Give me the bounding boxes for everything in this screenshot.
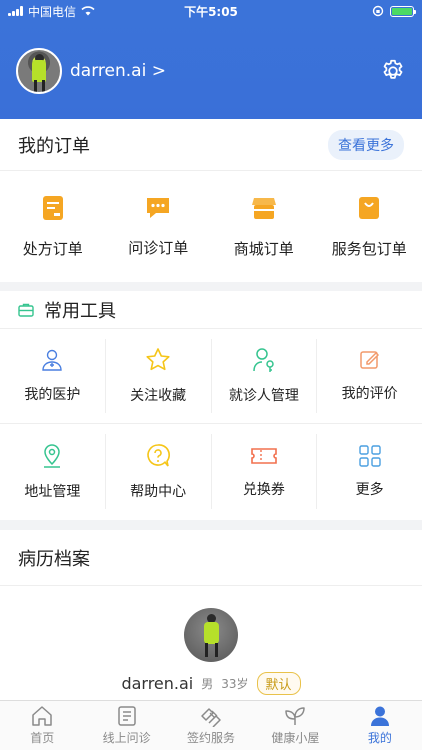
- tool-label: 就诊人管理: [228, 388, 299, 404]
- tab-label: 我的: [367, 731, 392, 745]
- tool-help[interactable]: 帮助中心: [106, 434, 212, 509]
- record-name: darren.ai: [121, 674, 194, 693]
- default-badge: 默认: [256, 672, 301, 695]
- signal-icon: [8, 6, 23, 16]
- order-label: 处方订单: [22, 239, 83, 258]
- toolbox-icon: [18, 303, 34, 317]
- tab-label: 健康小屋: [271, 731, 320, 745]
- tab-bar: 首页 线上问诊 签约服务 健康小屋 我的: [0, 700, 422, 750]
- tool-label: 地址管理: [24, 483, 81, 500]
- order-label: 商城订单: [233, 239, 294, 258]
- orders-card: 我的订单 查看更多 处方订单 问诊订单 商城订单 服务包订单: [0, 119, 422, 282]
- order-label: 问诊订单: [128, 238, 189, 257]
- wifi-icon: [81, 6, 95, 16]
- tools-title: 常用工具: [44, 300, 116, 322]
- status-time: 下午5:05: [184, 4, 238, 19]
- tool-more[interactable]: 更多: [317, 434, 422, 509]
- doctor-icon: [42, 349, 63, 371]
- profile-header[interactable]: darren.ai >: [0, 22, 422, 119]
- avatar[interactable]: [16, 47, 62, 94]
- order-prescription[interactable]: 处方订单: [0, 194, 106, 259]
- profile-name[interactable]: darren.ai >: [70, 61, 166, 81]
- consult-icon: [117, 706, 136, 726]
- rotation-lock-icon: [372, 5, 384, 17]
- shop-icon: [251, 197, 276, 219]
- tool-coupon[interactable]: 兑换券: [212, 434, 318, 509]
- prescription-icon: [42, 195, 63, 220]
- grid-icon: [358, 444, 381, 467]
- tab-contract[interactable]: 签约服务: [169, 701, 253, 750]
- patient-icon: [253, 348, 274, 372]
- gear-icon[interactable]: [380, 58, 406, 84]
- contract-icon: [201, 708, 221, 727]
- tool-label: 更多: [355, 481, 384, 498]
- coupon-icon: [251, 447, 277, 464]
- order-consult[interactable]: 问诊订单: [106, 195, 212, 258]
- tool-my-doctor[interactable]: 我的医护: [0, 339, 106, 413]
- status-bar: 中国电信 下午5:05: [0, 0, 422, 22]
- help-icon: [147, 443, 171, 466]
- medical-records-card: 病历档案 darren.ai 男 33岁 默认: [0, 530, 422, 700]
- home-icon: [32, 706, 52, 726]
- tools-card: 常用工具 我的医护 关注收藏 就诊人管理 我的评价 地址管理 帮助中心 兑换券 …: [0, 291, 422, 520]
- tab-home[interactable]: 首页: [0, 701, 84, 750]
- tool-patient-manage[interactable]: 就诊人管理: [212, 339, 318, 413]
- tab-label: 首页: [30, 731, 55, 745]
- tab-label: 签约服务: [187, 731, 236, 745]
- record-entry[interactable]: darren.ai 男 33岁 默认: [0, 586, 422, 695]
- tool-my-reviews[interactable]: 我的评价: [317, 339, 422, 413]
- star-icon: [146, 348, 170, 371]
- carrier-label: 中国电信: [28, 4, 77, 19]
- order-shop[interactable]: 商城订单: [211, 194, 317, 259]
- edit-icon: [359, 351, 379, 369]
- record-avatar: [184, 608, 238, 662]
- tool-label: 我的评价: [341, 386, 398, 402]
- orders-title: 我的订单: [18, 135, 90, 157]
- view-more-button[interactable]: 查看更多: [328, 129, 404, 160]
- records-title: 病历档案: [18, 548, 90, 570]
- chat-icon: [147, 197, 170, 218]
- record-age: 33岁: [221, 677, 249, 691]
- tool-favorites[interactable]: 关注收藏: [106, 339, 212, 413]
- tab-mine[interactable]: 我的: [338, 701, 422, 750]
- tab-label: 线上问诊: [102, 731, 151, 745]
- tab-consult[interactable]: 线上问诊: [84, 701, 168, 750]
- tool-label: 关注收藏: [130, 388, 187, 404]
- user-icon: [370, 706, 389, 726]
- tool-address[interactable]: 地址管理: [0, 434, 106, 509]
- battery-icon: [390, 5, 416, 17]
- tool-label: 我的医护: [24, 387, 81, 403]
- order-package[interactable]: 服务包订单: [317, 194, 422, 259]
- tool-label: 兑换券: [242, 481, 285, 498]
- tool-label: 帮助中心: [130, 483, 187, 500]
- tab-health[interactable]: 健康小屋: [253, 701, 337, 750]
- record-gender: 男: [201, 677, 214, 691]
- leaf-icon: [285, 707, 306, 725]
- bag-icon: [359, 196, 380, 219]
- order-label: 服务包订单: [331, 239, 407, 258]
- location-icon: [44, 443, 61, 468]
